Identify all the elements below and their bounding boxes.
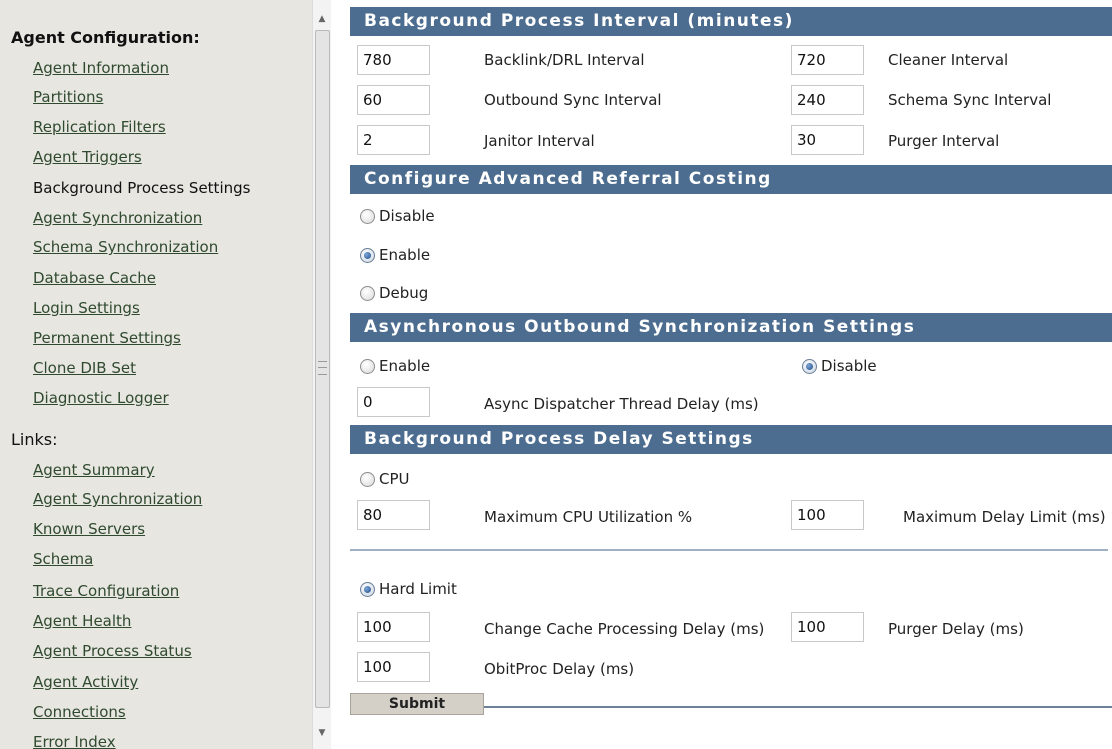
max-delay-limit-label: Maximum Delay Limit (ms) bbox=[903, 508, 1106, 526]
referral-enable-label: Enable bbox=[379, 246, 431, 264]
sidebar-item-agent-triggers[interactable]: Agent Triggers bbox=[33, 148, 142, 166]
sidebar-nav: Agent Configuration: Agent Information P… bbox=[0, 0, 312, 749]
async-disable-label: Disable bbox=[821, 357, 877, 375]
sidebar-item-clone-dib-set[interactable]: Clone DIB Set bbox=[33, 359, 136, 377]
obitproc-delay-label: ObitProc Delay (ms) bbox=[484, 660, 635, 678]
link-agent-summary[interactable]: Agent Summary bbox=[33, 461, 155, 479]
async-enable-option[interactable]: Enable bbox=[360, 357, 430, 375]
obitproc-delay-input[interactable] bbox=[357, 652, 430, 682]
link-known-servers[interactable]: Known Servers bbox=[33, 520, 145, 538]
purger-interval-label: Purger Interval bbox=[888, 132, 1000, 150]
delay-cpu-option[interactable]: CPU bbox=[360, 470, 410, 488]
sidebar-item-diagnostic-logger[interactable]: Diagnostic Logger bbox=[33, 389, 169, 407]
referral-costing-section-header: Configure Advanced Referral Costing bbox=[350, 165, 1112, 194]
agent-configuration-heading: Agent Configuration: bbox=[11, 28, 200, 47]
sidebar-item-background-process-settings[interactable]: Background Process Settings bbox=[33, 179, 250, 197]
referral-disable-option[interactable]: Disable bbox=[360, 207, 435, 225]
scroll-up-arrow-icon[interactable]: ▲ bbox=[313, 8, 331, 30]
referral-enable-radio[interactable] bbox=[360, 247, 375, 263]
async-sync-section-header: Asynchronous Outbound Synchronization Se… bbox=[350, 313, 1112, 342]
schema-sync-interval-input[interactable] bbox=[791, 85, 864, 115]
sidebar-scrollbar[interactable]: ▲ ▼ bbox=[312, 0, 331, 749]
link-agent-health[interactable]: Agent Health bbox=[33, 612, 131, 630]
async-disable-option[interactable]: Disable bbox=[802, 357, 877, 375]
async-enable-label: Enable bbox=[379, 357, 431, 375]
referral-disable-label: Disable bbox=[379, 207, 435, 225]
outbound-sync-interval-input[interactable] bbox=[357, 85, 430, 115]
scrollbar-thumb[interactable] bbox=[315, 30, 330, 708]
change-cache-delay-input[interactable] bbox=[357, 612, 430, 642]
schema-sync-interval-label: Schema Sync Interval bbox=[888, 91, 1052, 109]
link-error-index[interactable]: Error Index bbox=[33, 733, 116, 749]
async-disable-radio[interactable] bbox=[802, 358, 817, 374]
sidebar-item-partitions[interactable]: Partitions bbox=[33, 88, 103, 106]
max-cpu-utilization-input[interactable] bbox=[357, 500, 430, 530]
sidebar-item-permanent-settings[interactable]: Permanent Settings bbox=[33, 329, 181, 347]
max-delay-limit-input[interactable] bbox=[791, 500, 864, 530]
purger-delay-input[interactable] bbox=[791, 612, 864, 642]
janitor-interval-label: Janitor Interval bbox=[484, 132, 595, 150]
link-agent-process-status[interactable]: Agent Process Status bbox=[33, 642, 192, 660]
intervals-section-header: Background Process Interval (minutes) bbox=[350, 7, 1112, 36]
purger-interval-input[interactable] bbox=[791, 125, 864, 155]
link-agent-activity[interactable]: Agent Activity bbox=[33, 673, 138, 691]
delay-hard-limit-option[interactable]: Hard Limit bbox=[360, 580, 457, 598]
delay-cpu-radio[interactable] bbox=[360, 471, 375, 487]
max-cpu-utilization-label: Maximum CPU Utilization % bbox=[484, 508, 693, 526]
delay-divider bbox=[350, 549, 1108, 551]
links-heading: Links: bbox=[11, 430, 58, 449]
sidebar-item-agent-synchronization[interactable]: Agent Synchronization bbox=[33, 209, 202, 227]
delay-hard-limit-radio[interactable] bbox=[360, 581, 375, 597]
outbound-sync-interval-label: Outbound Sync Interval bbox=[484, 91, 662, 109]
delay-hard-limit-label: Hard Limit bbox=[379, 580, 457, 598]
janitor-interval-input[interactable] bbox=[357, 125, 430, 155]
async-enable-radio[interactable] bbox=[360, 358, 375, 374]
sidebar-item-schema-synchronization[interactable]: Schema Synchronization bbox=[33, 238, 218, 256]
referral-debug-label: Debug bbox=[379, 284, 429, 302]
async-dispatcher-delay-input[interactable] bbox=[357, 387, 430, 417]
submit-button[interactable]: Submit bbox=[350, 693, 484, 715]
referral-debug-option[interactable]: Debug bbox=[360, 284, 428, 302]
link-connections[interactable]: Connections bbox=[33, 703, 126, 721]
cleaner-interval-label: Cleaner Interval bbox=[888, 51, 1009, 69]
delay-settings-section-header: Background Process Delay Settings bbox=[350, 425, 1112, 454]
async-dispatcher-delay-label: Async Dispatcher Thread Delay (ms) bbox=[484, 395, 759, 413]
link-schema[interactable]: Schema bbox=[33, 550, 93, 568]
referral-debug-radio[interactable] bbox=[360, 285, 375, 301]
sidebar-item-login-settings[interactable]: Login Settings bbox=[33, 299, 140, 317]
scrollbar-grip-icon bbox=[318, 361, 327, 375]
referral-disable-radio[interactable] bbox=[360, 208, 375, 224]
change-cache-delay-label: Change Cache Processing Delay (ms) bbox=[484, 620, 765, 638]
scroll-down-arrow-icon[interactable]: ▼ bbox=[313, 722, 331, 744]
link-trace-configuration[interactable]: Trace Configuration bbox=[33, 582, 179, 600]
backlink-interval-input[interactable] bbox=[357, 45, 430, 75]
purger-delay-label: Purger Delay (ms) bbox=[888, 620, 1024, 638]
sidebar-item-database-cache[interactable]: Database Cache bbox=[33, 269, 156, 287]
referral-enable-option[interactable]: Enable bbox=[360, 246, 430, 264]
sidebar-item-agent-information[interactable]: Agent Information bbox=[33, 59, 169, 77]
delay-cpu-label: CPU bbox=[379, 470, 410, 488]
cleaner-interval-input[interactable] bbox=[791, 45, 864, 75]
backlink-interval-label: Backlink/DRL Interval bbox=[484, 51, 645, 69]
link-agent-synchronization[interactable]: Agent Synchronization bbox=[33, 490, 202, 508]
sidebar-item-replication-filters[interactable]: Replication Filters bbox=[33, 118, 166, 136]
footer-divider bbox=[484, 706, 1112, 708]
